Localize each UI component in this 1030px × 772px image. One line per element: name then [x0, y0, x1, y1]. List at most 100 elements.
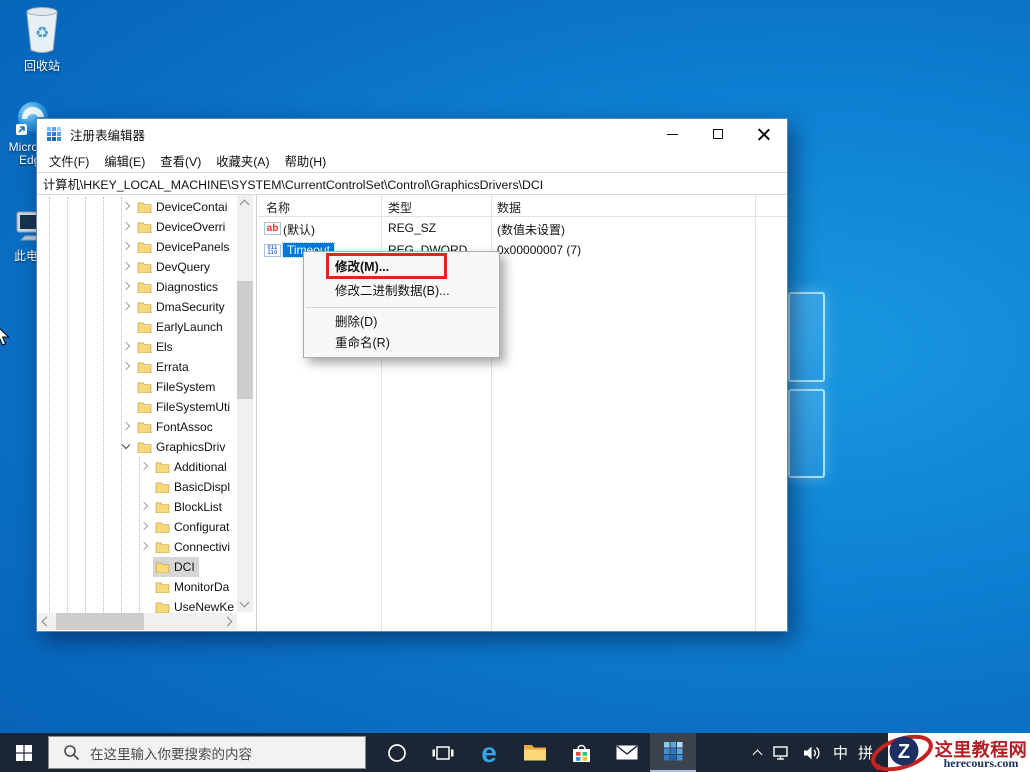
taskbar-search-box[interactable]: 在这里输入你要搜索的内容: [48, 736, 366, 769]
chevron-right-icon[interactable]: [139, 521, 149, 531]
taskbar-task-view-button[interactable]: [420, 733, 466, 772]
start-button[interactable]: [0, 733, 48, 772]
chevron-right-icon[interactable]: [139, 501, 149, 511]
folder-icon: [137, 422, 152, 433]
folder-icon: [155, 542, 170, 553]
address-bar[interactable]: 计算机\HKEY_LOCAL_MACHINE\SYSTEM\CurrentCon…: [37, 172, 787, 195]
wallpaper-logo-pane-bottom: [788, 389, 825, 478]
tree-vertical-scrollbar[interactable]: [237, 195, 253, 612]
tree-item[interactable]: DevicePanels: [37, 237, 236, 257]
menu-file[interactable]: 文件(F): [49, 152, 89, 170]
dword-value-icon: 011 110: [264, 244, 281, 257]
chevron-right-icon[interactable]: [121, 361, 131, 371]
taskbar-file-explorer-button[interactable]: [512, 733, 558, 772]
context-menu-item-delete[interactable]: 删除(D): [304, 312, 499, 333]
taskbar-edge-button[interactable]: e: [466, 733, 512, 772]
file-explorer-icon: [524, 745, 546, 761]
tree-item[interactable]: Errata: [37, 357, 236, 377]
scroll-down-icon[interactable]: [239, 597, 250, 608]
tree-item[interactable]: DmaSecurity: [37, 297, 236, 317]
close-button[interactable]: [741, 119, 787, 149]
mouse-cursor: [0, 328, 10, 346]
site-logo-icon: Z: [871, 734, 933, 772]
tree-item[interactable]: FontAssoc: [37, 417, 236, 437]
minimize-button[interactable]: [649, 119, 695, 149]
context-menu-item-modify-binary[interactable]: 修改二进制数据(B)...: [304, 279, 499, 303]
registry-tree-panel[interactable]: DeviceContai DeviceOverri DevicePanels D…: [37, 195, 257, 631]
tree-item-selected[interactable]: DCI: [37, 557, 236, 577]
scroll-right-icon[interactable]: [222, 616, 233, 627]
cortana-icon: [388, 743, 406, 762]
menu-view[interactable]: 查看(V): [160, 152, 201, 170]
tree-item[interactable]: Connectivi: [37, 537, 236, 557]
scroll-up-icon[interactable]: [239, 199, 250, 210]
tree-item[interactable]: DevQuery: [37, 257, 236, 277]
tree-item[interactable]: FileSystemUti: [37, 397, 236, 417]
title-bar[interactable]: 注册表编辑器: [37, 119, 787, 149]
value-data: (数值未设置): [497, 223, 565, 237]
chevron-right-icon[interactable]: [121, 201, 131, 211]
tree-item[interactable]: BasicDispl: [37, 477, 236, 497]
value-row[interactable]: ab (默认) REG_SZ (数值未设置): [258, 218, 787, 240]
chevron-down-icon[interactable]: [121, 440, 131, 450]
volume-icon[interactable]: [802, 745, 823, 761]
site-watermark: Z 这里教程网 herecours.com: [871, 733, 1030, 772]
tree-item[interactable]: FileSystem: [37, 377, 236, 397]
taskbar-cortana-button[interactable]: [374, 733, 420, 772]
value-type: REG_SZ: [388, 221, 437, 235]
folder-icon: [155, 522, 170, 533]
system-tray: 中 拼: [752, 742, 873, 763]
taskbar-regedit-button[interactable]: [650, 733, 696, 772]
search-placeholder: 在这里输入你要搜索的内容: [90, 746, 252, 762]
tree-item[interactable]: EarlyLaunch: [37, 317, 236, 337]
tree-item[interactable]: BlockList: [37, 497, 236, 517]
folder-icon: [137, 302, 152, 313]
menu-favorites[interactable]: 收藏夹(A): [216, 152, 269, 170]
tree-horizontal-scrollbar[interactable]: [37, 613, 237, 630]
chevron-right-icon[interactable]: [139, 461, 149, 471]
scroll-left-icon[interactable]: [41, 616, 52, 627]
edge-icon: e: [481, 736, 497, 768]
chevron-right-icon[interactable]: [121, 241, 131, 251]
regedit-window: 注册表编辑器 文件(F) 编辑(E) 查看(V) 收藏夹(A) 帮助(H) 计算…: [36, 118, 788, 632]
column-header-name[interactable]: 名称: [266, 199, 290, 216]
tray-overflow-chevron-icon[interactable]: [752, 749, 763, 759]
tree-item[interactable]: GraphicsDriv: [37, 437, 236, 457]
scrollbar-thumb[interactable]: [237, 281, 253, 399]
address-path: 计算机\HKEY_LOCAL_MACHINE\SYSTEM\CurrentCon…: [43, 177, 544, 192]
menu-edit[interactable]: 编辑(E): [104, 152, 145, 170]
tree-item[interactable]: DeviceOverri: [37, 217, 236, 237]
chevron-right-icon[interactable]: [121, 421, 131, 431]
desktop-icon-recycle-bin[interactable]: ♻ 回收站: [12, 6, 72, 73]
folder-icon: [155, 462, 170, 473]
taskbar-store-button[interactable]: [558, 733, 604, 772]
folder-icon: [137, 382, 152, 393]
chevron-right-icon[interactable]: [121, 281, 131, 291]
tree-item[interactable]: Configurat: [37, 517, 236, 537]
menu-help[interactable]: 帮助(H): [285, 152, 327, 170]
context-menu-item-rename[interactable]: 重命名(R): [304, 333, 499, 354]
tree-item[interactable]: Additional: [37, 457, 236, 477]
scrollbar-thumb[interactable]: [56, 613, 144, 630]
column-header-data[interactable]: 数据: [497, 199, 521, 216]
task-view-icon: [432, 745, 454, 760]
chevron-right-icon[interactable]: [121, 261, 131, 271]
tree-item[interactable]: DeviceContai: [37, 197, 236, 217]
ime-indicator[interactable]: 中: [833, 742, 848, 763]
window-title: 注册表编辑器: [70, 128, 146, 143]
taskbar-mail-button[interactable]: [604, 733, 650, 772]
tree-item[interactable]: Diagnostics: [37, 277, 236, 297]
tree-item[interactable]: Els: [37, 337, 236, 357]
chevron-right-icon[interactable]: [121, 341, 131, 351]
chevron-right-icon[interactable]: [139, 541, 149, 551]
column-header-type[interactable]: 类型: [388, 199, 412, 216]
value-name[interactable]: (默认): [283, 221, 315, 238]
tree-item[interactable]: MonitorDa: [37, 577, 236, 597]
site-domain: herecours.com: [943, 756, 1019, 770]
folder-icon: [155, 582, 170, 593]
folder-icon: [155, 502, 170, 513]
chevron-right-icon[interactable]: [121, 301, 131, 311]
chevron-right-icon[interactable]: [121, 221, 131, 231]
maximize-button[interactable]: [695, 119, 741, 149]
network-icon[interactable]: [771, 745, 792, 761]
